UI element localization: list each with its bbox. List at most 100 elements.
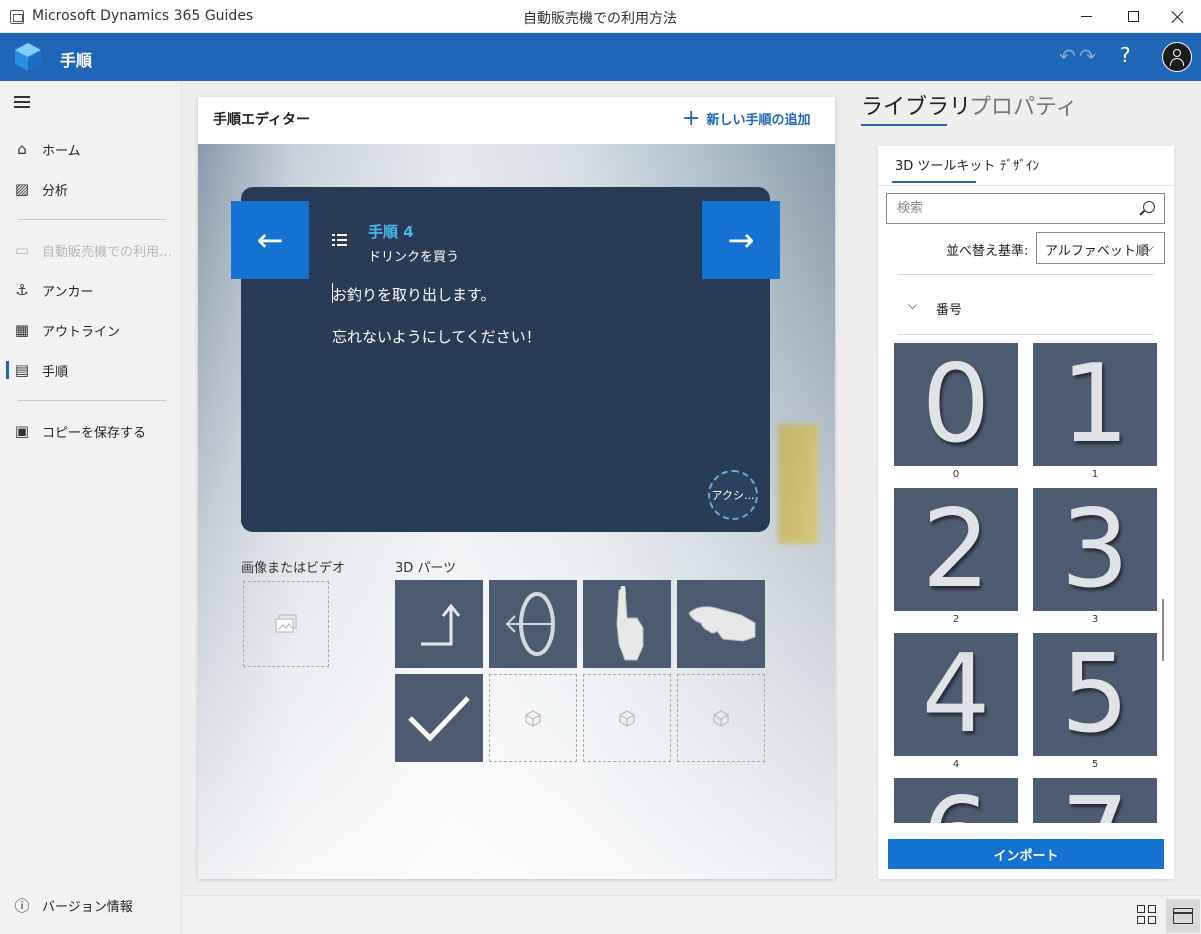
sidebar-item-anchor[interactable]: ⚓ アンカー <box>0 272 182 308</box>
import-button[interactable]: インポート <box>888 839 1164 869</box>
search-icon[interactable] <box>1143 201 1155 213</box>
media-label: 画像またはビデオ <box>241 561 346 576</box>
library-scrollbar[interactable] <box>1162 599 1164 661</box>
section-title: 手順 <box>60 51 93 70</box>
part-slot-rotation[interactable] <box>489 580 577 668</box>
library-tile-3[interactable]: 3 <box>1033 488 1157 611</box>
cube-placeholder-icon <box>525 710 541 727</box>
action-button[interactable]: アクシ... <box>708 470 758 520</box>
right-panel: ライブラリ プロパティ 3D ツールキット ﾃﾞｻﾞｲﾝ 並べ替え基準: アルフ… <box>851 81 1201 895</box>
tile-digit: 6 <box>922 784 991 824</box>
tab-properties[interactable]: プロパティ <box>969 89 1078 121</box>
maximize-button[interactable] <box>1110 0 1156 33</box>
sidebar-item-version[interactable]: ⓘ バージョン情報 <box>0 887 182 923</box>
media-dropzone[interactable] <box>243 581 329 667</box>
sidebar-item-analytics[interactable]: ▨ 分析 <box>0 171 182 207</box>
sidebar-item-label: アンカー <box>42 284 94 300</box>
part-slot-empty[interactable] <box>677 674 765 762</box>
app-header: 手順 ↶ ↷ ? <box>0 33 1201 81</box>
step-view-button[interactable] <box>1166 899 1200 933</box>
sidebar-item-save-copy[interactable]: ▣ コピーを保存する <box>0 413 182 449</box>
tile-caption: 3 <box>1091 614 1099 625</box>
step-list-icon[interactable] <box>332 234 348 248</box>
analytics-icon: ▨ <box>14 180 30 198</box>
image-placeholder-icon <box>275 614 297 633</box>
search-input[interactable] <box>887 194 1137 223</box>
window-titlebar: Microsoft Dynamics 365 Guides 自動販売機での利用方… <box>0 0 1201 33</box>
help-icon[interactable]: ? <box>1120 43 1131 67</box>
document-title: 自動販売機での利用方法 <box>523 11 677 27</box>
close-icon <box>1171 10 1185 24</box>
previous-step-button[interactable]: ← <box>231 201 309 279</box>
bent-arrow-icon <box>421 603 461 646</box>
tile-caption: 4 <box>952 759 960 770</box>
minimize-icon <box>1080 16 1092 17</box>
library-search <box>886 193 1165 224</box>
part-slot-empty[interactable] <box>583 674 671 762</box>
add-step-button[interactable]: + 新しい手順の追加 <box>682 107 811 129</box>
library-tile-7[interactable]: 7 <box>1033 778 1157 823</box>
library-tile-4[interactable]: 4 <box>894 633 1018 756</box>
undo-icon[interactable]: ↶ <box>1059 44 1076 68</box>
group-header-numbers[interactable]: 番号 <box>936 299 962 318</box>
tile-digit: 7 <box>1061 784 1130 824</box>
part-slot-empty[interactable] <box>489 674 577 762</box>
outline-icon: ▦ <box>14 321 30 339</box>
sidebar-item-label: ホーム <box>42 143 81 159</box>
part-slot-grab-hand[interactable] <box>677 580 765 668</box>
library-panel: 3D ツールキット ﾃﾞｻﾞｲﾝ 並べ替え基準: アルファベット順 ⌵ ⌵ 番号… <box>878 146 1174 879</box>
tile-digit: 0 <box>921 343 991 466</box>
tile-digit: 2 <box>921 488 991 611</box>
subtab-design[interactable]: ﾃﾞｻﾞｲﾝ <box>1000 155 1039 174</box>
hamburger-menu-icon[interactable] <box>14 96 30 108</box>
step-text-line[interactable]: お釣りを取り出します。 <box>332 284 496 305</box>
info-icon: ⓘ <box>14 896 30 915</box>
sort-dropdown[interactable]: アルファベット順 ⌵ <box>1036 232 1165 264</box>
tile-digit: 1 <box>1060 343 1130 466</box>
part-slot-pointing-hand[interactable] <box>583 580 671 668</box>
editor-header: 手順エディター + 新しい手順の追加 <box>198 97 835 144</box>
sidebar-item-home[interactable]: ⌂ ホーム <box>0 131 182 167</box>
grid-view-icon[interactable] <box>1137 905 1157 925</box>
sidebar-item-step[interactable]: ▤ 手順 <box>0 352 182 388</box>
library-divider <box>898 274 1154 275</box>
main-area: 手順エディター + 新しい手順の追加 ← → 手順 4 ドリンクを買う お釣りを… <box>182 81 851 895</box>
anchor-icon: ⚓ <box>15 281 29 299</box>
pointing-hand-icon <box>616 586 644 661</box>
tile-caption: 1 <box>1091 469 1099 480</box>
close-button[interactable] <box>1155 0 1201 33</box>
editor-title: 手順エディター <box>213 112 311 128</box>
chevron-down-icon[interactable]: ⌵ <box>908 298 917 313</box>
library-tile-5[interactable]: 5 <box>1033 633 1157 756</box>
cube-placeholder-icon <box>619 710 635 727</box>
user-avatar[interactable] <box>1162 42 1192 72</box>
step-editor: 手順エディター + 新しい手順の追加 ← → 手順 4 ドリンクを買う お釣りを… <box>198 97 835 879</box>
minimize-button[interactable] <box>1063 0 1109 33</box>
subtab-indicator <box>892 181 976 183</box>
sidebar-item-outline[interactable]: ▦ アウトライン <box>0 312 182 348</box>
step-subtitle: ドリンクを買う <box>368 250 460 265</box>
part-slot-checkmark[interactable] <box>395 674 483 762</box>
arrow-left-icon: ← <box>256 221 284 259</box>
library-tile-1[interactable]: 1 <box>1033 343 1157 466</box>
tab-library[interactable]: ライブラリ <box>861 89 971 121</box>
redo-icon[interactable]: ↷ <box>1079 44 1096 68</box>
sidebar-item-guide: ▭ 自動販売機での利用… <box>0 232 182 268</box>
next-step-button[interactable]: → <box>702 201 780 279</box>
tile-caption: 5 <box>1091 759 1099 770</box>
sidebar-item-label: コピーを保存する <box>42 425 147 441</box>
background-shelf <box>778 424 818 544</box>
dynamics-logo-icon <box>15 43 41 71</box>
subtab-3d-toolkit[interactable]: 3D ツールキット <box>895 155 995 174</box>
step-text-line[interactable]: 忘れないようにしてください！ <box>332 326 541 347</box>
tile-digit: 3 <box>1060 488 1130 611</box>
sort-value: アルファベット順 <box>1045 244 1149 259</box>
tile-digit: 4 <box>921 633 991 756</box>
library-tile-0[interactable]: 0 <box>894 343 1018 466</box>
library-tile-2[interactable]: 2 <box>894 488 1018 611</box>
part-slot-arrow[interactable] <box>395 580 483 668</box>
arrow-right-icon: → <box>727 221 755 259</box>
add-step-label: 新しい手順の追加 <box>706 113 811 128</box>
library-tile-6[interactable]: 6 <box>894 778 1018 823</box>
subtab-divider <box>878 185 1174 186</box>
